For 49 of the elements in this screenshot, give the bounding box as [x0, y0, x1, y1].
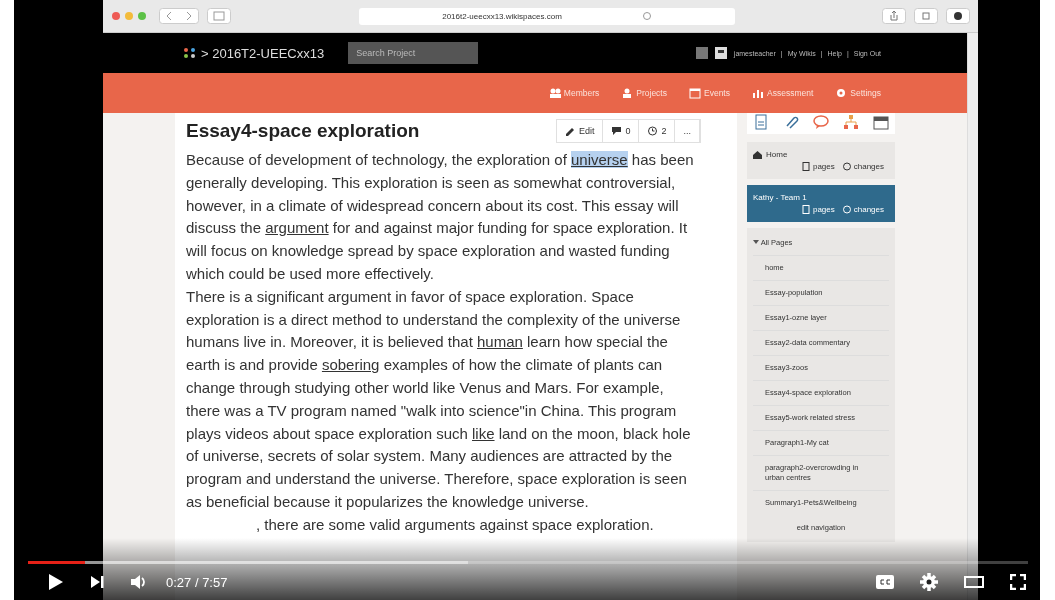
chart-icon	[752, 87, 764, 99]
clock-icon	[842, 162, 851, 171]
address-bar[interactable]: 2016t2-ueecxx13.wikispaces.com	[359, 7, 735, 25]
page-icon	[801, 205, 810, 214]
page-icon	[801, 162, 810, 171]
pencil-icon	[564, 125, 576, 137]
clock-icon	[647, 125, 659, 137]
paperclip-icon[interactable]	[783, 114, 799, 130]
fullscreen-icon[interactable]	[1010, 574, 1026, 590]
team-link[interactable]: changes	[853, 205, 884, 214]
essay-paragraph: , there are some valid arguments against space exploration.	[255, 514, 655, 535]
team-link[interactable]: pages	[812, 205, 835, 214]
team-name[interactable]: Kathy - Team 1	[753, 193, 807, 202]
team-card[interactable]: Home pages changes	[747, 142, 895, 179]
gear-icon	[835, 87, 848, 99]
calendar-icon[interactable]	[873, 114, 889, 130]
search-field[interactable]: Search Project	[348, 42, 479, 64]
captions-icon[interactable]	[876, 575, 894, 589]
scrollbar[interactable]	[967, 33, 978, 600]
team-link[interactable]: changes	[853, 162, 884, 171]
hierarchy-icon[interactable]	[843, 114, 859, 130]
url-text: 2016t2-ueecxx13.wikispaces.com	[442, 11, 562, 21]
comment-icon[interactable]	[813, 114, 829, 130]
settings-icon[interactable]	[920, 573, 938, 591]
house-icon	[753, 150, 762, 159]
team-name[interactable]: Home	[766, 150, 788, 159]
person-icon	[621, 87, 634, 99]
volume-icon[interactable]	[130, 574, 148, 590]
time-display: 0:27 / 7:57	[166, 574, 228, 590]
progress-bar[interactable]	[28, 561, 1028, 564]
team-link[interactable]: pages	[812, 162, 835, 171]
team-card[interactable]: Kathy - Team 1 pages changes	[747, 185, 895, 222]
next-icon[interactable]	[90, 575, 104, 589]
clock-icon	[842, 205, 851, 214]
play-icon[interactable]	[48, 573, 64, 591]
caret-down-icon	[753, 239, 759, 245]
people-icon	[548, 87, 561, 99]
notification-icon[interactable]	[714, 47, 727, 59]
site-title-link[interactable]: > 2016T2-UEECxx13	[201, 45, 325, 61]
page-title: Essay4-space exploration	[186, 120, 420, 142]
calendar-icon	[689, 87, 701, 99]
logo-icon	[183, 47, 197, 59]
avatar-icon[interactable]	[695, 47, 708, 59]
theater-mode-icon[interactable]	[964, 576, 984, 588]
essay-paragraph: There is a significant argument in favor of space exploration. Space exploration is a direct method to understand the complexity of the universe humans live in. Moreover, it is believed that human learn how special the earth is and provide sobering examples of how the climate of plants can change through studying other world like Venus and Mars. For example, there was a TV program named "walk into science"in China. This program plays videos about space exploration such like land on the moon, black hole of universe, secrets of solar system. Many audiences are attracted by the program and understand the universe. Therefore, space exploration is seen as beneficial because it popularizes the knowledge universe.	[185, 286, 692, 512]
extension-icon[interactable]	[946, 8, 970, 24]
back-forward-icon[interactable]	[159, 8, 199, 24]
essay-paragraph: Because of development of technology, the exploration of universe has been generally developing. This exploration is seen as somewhat controversial, however, in a climate of widespread concern about its cost. This essay will discuss the argument for and against major funding for space exploration. It will focus on knowledge spread by space exploration and wasted funding which could be used more effectively.	[185, 150, 695, 284]
comment-icon	[611, 125, 623, 137]
